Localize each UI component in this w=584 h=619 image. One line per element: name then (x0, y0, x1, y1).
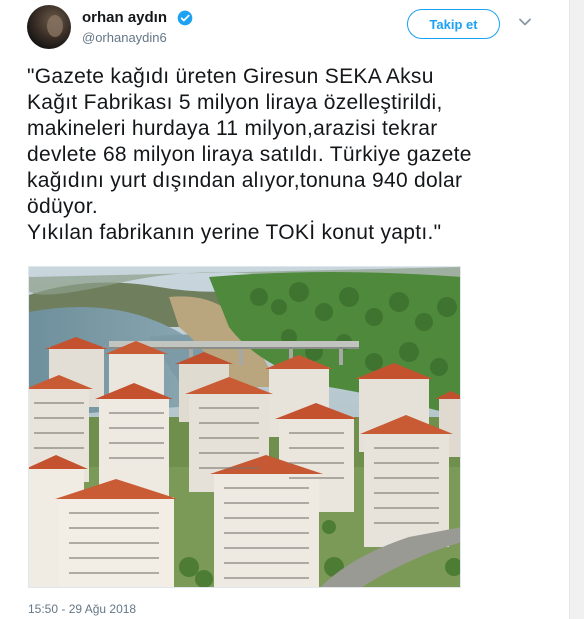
follow-button[interactable]: Takip et (407, 9, 500, 39)
tweet-text-line: ödüyor. (27, 195, 98, 218)
tweet-text-line: devlete 68 milyon liraya satıldı. Türkiy… (27, 143, 472, 166)
tweet-text: "Gazete kağıdı üreten Giresun SEKA Aksu … (27, 64, 557, 246)
tweet-card: orhan aydın @orhanaydin6 Takip et "Gazet… (0, 0, 584, 619)
avatar[interactable] (27, 5, 71, 49)
tweet-text-line: kağıdını yurt dışından alıyor,tonuna 940… (27, 169, 463, 192)
tweet-timestamp[interactable]: 15:50 - 29 Ağu 2018 (28, 602, 136, 616)
scrollbar[interactable] (569, 0, 584, 619)
chevron-down-icon[interactable] (519, 18, 531, 26)
tweet-photo[interactable] (28, 266, 461, 588)
author-handle[interactable]: @orhanaydin6 (82, 30, 167, 45)
author-display-name[interactable]: orhan aydın (82, 9, 167, 26)
tweet-text-line: Kağıt Fabrikası 5 milyon liraya özelleşt… (27, 91, 443, 114)
tweet-text-line: makineleri hurdaya 11 milyon,arazisi tek… (27, 117, 438, 140)
housing-photo-illustration (29, 267, 460, 587)
verified-badge-icon (177, 10, 193, 26)
tweet-text-line: Yıkılan fabrikanın yerine TOKİ konut yap… (27, 221, 442, 244)
tweet-text-line: "Gazete kağıdı üreten Giresun SEKA Aksu (27, 65, 434, 88)
